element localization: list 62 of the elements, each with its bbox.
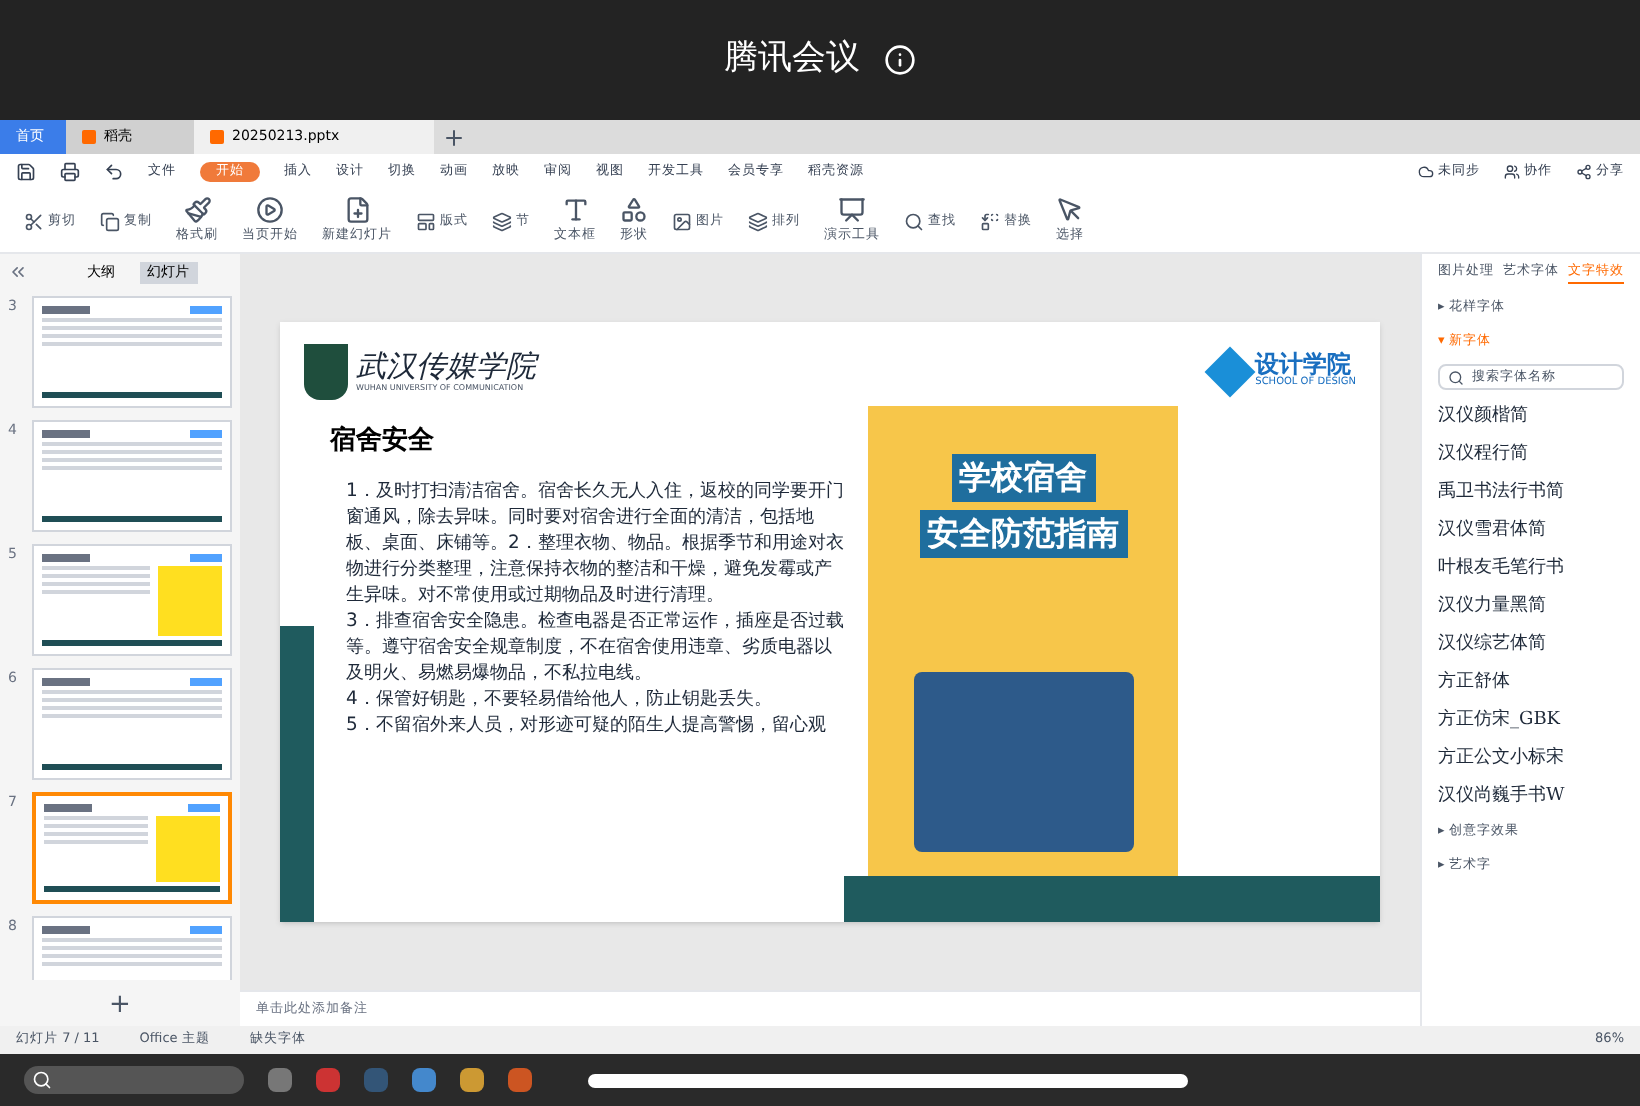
slide-paragraph: 1．及时打扫清洁宿舍。宿舍长久无人入住，返校的同学要开门窗通风，除去异味。同时要对宿舍进行全面的清洁，包括地板、桌面、床铺等。2．整理衣物、物品。根据季节和用途对衣物进行分类整理，注意保持衣物的整洁和干燥，避免发霉或产生异味。对不常使用或过期物品及时进行清理。: [346, 477, 844, 607]
poster-heading: 安全防范指南: [919, 510, 1127, 558]
toolbar-icon: [672, 211, 692, 231]
slide-paragraph: 4．保管好钥匙，不要轻易借给他人，防止钥匙丢失。: [346, 685, 774, 711]
slide-paragraph: 5．不留宿外来人员，对形迹可疑的陌生人提高警惕，留心观: [346, 711, 828, 737]
info-icon[interactable]: [884, 44, 916, 76]
search-icon: [32, 1070, 52, 1090]
slide-thumbnail[interactable]: [32, 791, 232, 903]
font-item[interactable]: 汉仪力量黑简: [1438, 594, 1624, 619]
school-name: 武汉传媒学院: [356, 351, 536, 381]
font-item[interactable]: 叶根友毛笔行书: [1438, 556, 1624, 581]
cloud-icon: [1418, 164, 1434, 180]
toolbar-icon: [620, 196, 648, 225]
taskbar-app-icon[interactable]: [316, 1068, 340, 1092]
slide-thumbnail[interactable]: [32, 295, 232, 407]
collapse-icon[interactable]: [8, 262, 28, 283]
font-item[interactable]: 汉仪尚巍手书W: [1438, 784, 1624, 809]
font-item[interactable]: 方正舒体: [1438, 670, 1624, 695]
taskbar-app-icon[interactable]: [268, 1068, 292, 1092]
school-emblem-icon: [304, 344, 348, 400]
toolbar-icon: [838, 196, 866, 225]
poster-heading: 学校宿舍: [951, 454, 1095, 502]
new-tab-icon[interactable]: [442, 125, 466, 149]
meeting-title: 腾讯会议: [724, 36, 860, 83]
font-item[interactable]: 汉仪雪君体简: [1438, 518, 1624, 543]
slide-title: 宿舍安全: [330, 423, 436, 460]
toolbar-icon: [416, 211, 436, 231]
toolbar-icon: [24, 211, 44, 231]
toolbar-icon: [343, 196, 371, 225]
undo-icon[interactable]: [104, 162, 124, 182]
toolbar-icon: [183, 196, 211, 225]
toolbar-icon: [980, 211, 1000, 231]
save-icon[interactable]: [16, 162, 36, 182]
font-item[interactable]: 汉仪颜楷简: [1438, 404, 1624, 429]
people-icon: [1504, 164, 1520, 180]
share-icon: [1576, 164, 1592, 180]
toolbar-icon: [1056, 196, 1084, 225]
search-icon: [1448, 369, 1464, 386]
file-icon: [82, 130, 96, 144]
toolbar-icon: [561, 196, 589, 225]
font-item[interactable]: 汉仪综艺体简: [1438, 632, 1624, 657]
taskbar-search-field[interactable]: [24, 1066, 244, 1094]
slide-thumbnail[interactable]: [32, 543, 232, 655]
slide-thumbnail[interactable]: [32, 667, 232, 779]
add-slide-button[interactable]: +: [0, 992, 240, 1026]
toolbar-icon: [904, 211, 924, 231]
toolbar-icon: [100, 211, 120, 231]
font-item[interactable]: 汉仪程行简: [1438, 442, 1624, 467]
toolbar-icon: [748, 211, 768, 231]
toolbar-icon: [256, 196, 284, 225]
slide-thumbnail[interactable]: [32, 419, 232, 531]
toolbar-icon: [492, 211, 512, 231]
print-icon[interactable]: [60, 162, 80, 182]
file-icon: [210, 130, 224, 144]
taskbar-app-icon[interactable]: [508, 1068, 532, 1092]
font-item[interactable]: 禹卫书法行书简: [1438, 480, 1624, 505]
taskbar-app-icon[interactable]: [460, 1068, 484, 1092]
font-item[interactable]: 方正仿宋_GBK: [1438, 708, 1624, 733]
slide-paragraph: 3．排查宿舍安全隐患。检查电器是否正常运作，插座是否过载等。遵守宿舍安全规章制度，不在宿舍使用违章、劣质电器以及明火、易燃易爆物品，不私拉电线。: [346, 607, 844, 685]
taskbar-app-icon[interactable]: [412, 1068, 436, 1092]
department-name: 设计学院: [1255, 352, 1352, 377]
font-item[interactable]: 方正公文小标宋: [1438, 746, 1624, 771]
